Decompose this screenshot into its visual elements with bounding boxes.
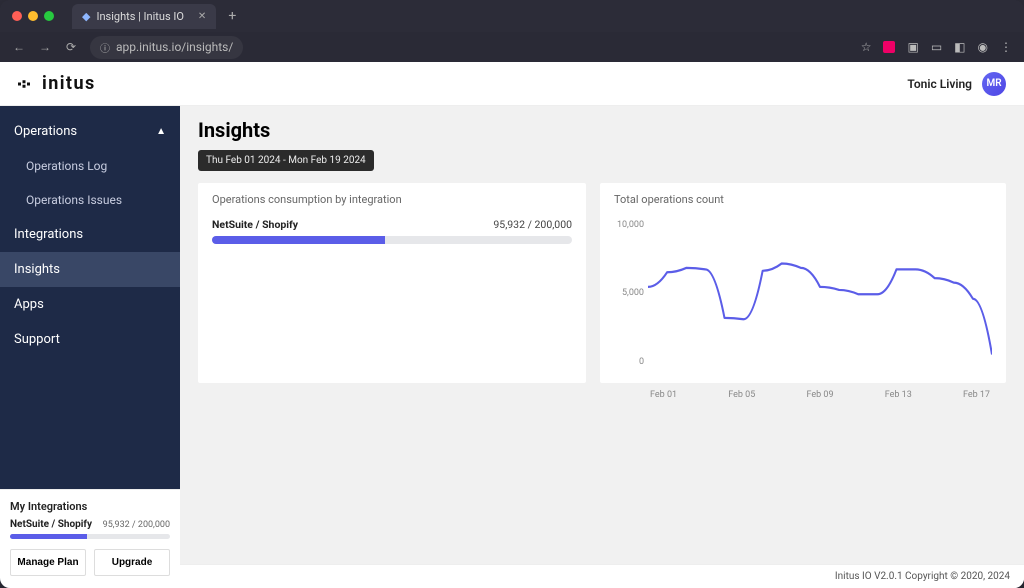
- sidebar-item-support[interactable]: Support: [0, 322, 180, 357]
- mini-integration-count: 95,932 / 200,000: [103, 520, 170, 530]
- my-integrations-label: My Integrations: [10, 500, 170, 513]
- profile-icon[interactable]: ◉: [978, 40, 988, 54]
- date-range-pill[interactable]: Thu Feb 01 2024 - Mon Feb 19 2024: [198, 150, 374, 171]
- y-tick: 0: [614, 357, 644, 367]
- footer-text: Initus IO V2.0.1 Copyright © 2020, 2024: [180, 564, 1024, 588]
- x-tick: Feb 17: [963, 390, 990, 400]
- bookmark-icon[interactable]: ☆: [861, 40, 872, 54]
- sidebar-item-operations-issues[interactable]: Operations Issues: [0, 183, 180, 217]
- browser-toolbar: ← → ⟳ ⓘ app.initus.io/insights/ ☆ ▣ ▭ ◧ …: [0, 32, 1024, 62]
- y-tick: 5,000: [614, 288, 644, 298]
- card-total-operations: Total operations count 10,000 5,000 0: [600, 183, 1006, 383]
- forward-icon[interactable]: →: [38, 40, 52, 54]
- panel-icon[interactable]: ◧: [954, 40, 965, 54]
- back-icon[interactable]: ←: [12, 40, 26, 54]
- sidebar-footer: My Integrations NetSuite / Shopify 95,93…: [0, 489, 180, 588]
- browser-tab[interactable]: ◆ Insights | Initus IO ✕: [72, 4, 216, 29]
- x-tick: Feb 01: [650, 390, 677, 400]
- integration-name: NetSuite / Shopify: [212, 218, 298, 231]
- sidebar-item-insights[interactable]: Insights: [0, 252, 180, 287]
- address-bar[interactable]: ⓘ app.initus.io/insights/: [90, 36, 243, 59]
- sidebar-item-label: Apps: [14, 297, 44, 312]
- tab-title: Insights | Initus IO: [96, 10, 183, 23]
- extension-icon[interactable]: [883, 41, 895, 53]
- site-info-icon[interactable]: ⓘ: [100, 40, 110, 55]
- card-title: Operations consumption by integration: [212, 193, 572, 206]
- tab-close-icon[interactable]: ✕: [198, 11, 206, 22]
- tab-favicon: ◆: [82, 10, 90, 23]
- sidebar-item-integrations[interactable]: Integrations: [0, 217, 180, 252]
- extensions-icon[interactable]: ▣: [907, 40, 918, 54]
- page-title: Insights: [198, 118, 1006, 142]
- chart-svg: [648, 218, 992, 385]
- logo-mark-icon: [18, 78, 36, 90]
- browser-titlebar: ◆ Insights | Initus IO ✕ +: [0, 0, 1024, 32]
- window-maximize[interactable]: [44, 11, 54, 21]
- menu-icon[interactable]: ⋮: [1000, 40, 1012, 54]
- org-name[interactable]: Tonic Living: [907, 77, 972, 91]
- sidebar-item-label: Operations Log: [26, 159, 107, 173]
- mini-progress-fill: [10, 534, 87, 539]
- sidebar-item-label: Insights: [14, 262, 60, 277]
- card-title: Total operations count: [614, 193, 992, 206]
- app-header: initus Tonic Living MR: [0, 62, 1024, 106]
- y-tick: 10,000: [614, 220, 644, 230]
- avatar[interactable]: MR: [982, 72, 1006, 96]
- sidebar: Operations ▲ Operations Log Operations I…: [0, 106, 180, 588]
- progress-bar: [212, 236, 572, 244]
- mini-integration-name: NetSuite / Shopify: [10, 519, 92, 530]
- x-axis: Feb 01 Feb 05 Feb 09 Feb 13 Feb 17: [648, 388, 992, 400]
- window-minimize[interactable]: [28, 11, 38, 21]
- sidebar-item-apps[interactable]: Apps: [0, 287, 180, 322]
- x-tick: Feb 13: [885, 390, 912, 400]
- window-close[interactable]: [12, 11, 22, 21]
- new-tab-button[interactable]: +: [228, 8, 236, 24]
- card-operations-consumption: Operations consumption by integration Ne…: [198, 183, 586, 383]
- reload-icon[interactable]: ⟳: [64, 40, 78, 54]
- y-axis: 10,000 5,000 0: [614, 218, 648, 385]
- logo[interactable]: initus: [18, 73, 96, 94]
- sidebar-item-label: Operations: [14, 124, 77, 139]
- chevron-up-icon: ▲: [156, 126, 166, 137]
- sidebar-item-operations-log[interactable]: Operations Log: [0, 149, 180, 183]
- sidebar-item-label: Support: [14, 332, 60, 347]
- mini-progress-bar: [10, 534, 170, 539]
- sidebar-item-label: Operations Issues: [26, 193, 122, 207]
- reader-icon[interactable]: ▭: [931, 40, 942, 54]
- manage-plan-button[interactable]: Manage Plan: [10, 549, 86, 576]
- x-tick: Feb 09: [806, 390, 833, 400]
- main-content: Insights Thu Feb 01 2024 - Mon Feb 19 20…: [180, 106, 1024, 588]
- sidebar-item-label: Integrations: [14, 227, 83, 242]
- x-tick: Feb 05: [728, 390, 755, 400]
- upgrade-button[interactable]: Upgrade: [94, 549, 170, 576]
- progress-fill: [212, 236, 385, 244]
- logo-text: initus: [42, 73, 96, 94]
- url-text: app.initus.io/insights/: [116, 40, 233, 54]
- line-chart: 10,000 5,000 0 Feb 01: [614, 218, 992, 385]
- integration-count: 95,932 / 200,000: [493, 218, 572, 231]
- sidebar-item-operations[interactable]: Operations ▲: [0, 114, 180, 149]
